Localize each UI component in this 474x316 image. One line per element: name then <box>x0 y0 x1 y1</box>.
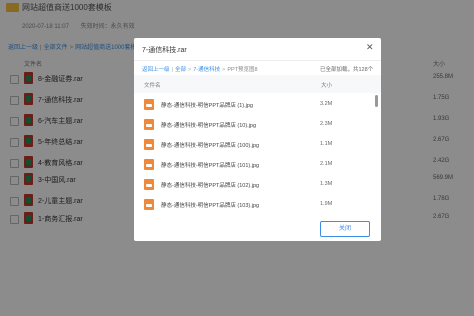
dialog-column-name: 文件名 <box>144 83 161 89</box>
dialog-current-folder: PPT预览图8 <box>227 67 258 73</box>
dialog-file-row[interactable]: 静态-通信科技-明信PPT品牌店 (100).jpg 1.1M <box>134 135 374 154</box>
dialog-file-size: 1.1M <box>320 141 333 147</box>
dialog-file-name[interactable]: 静态-通信科技-明信PPT品牌店 (100).jpg <box>161 141 259 149</box>
dialog-back-link[interactable]: 返回上一级 <box>142 67 170 73</box>
dialog-column-size: 大小 <box>321 83 333 89</box>
dialog-file-name[interactable]: 静态-通信科技-明信PPT品牌店 (101).jpg <box>161 161 259 169</box>
dialog-file-size: 1.9M <box>320 201 333 207</box>
image-file-icon <box>144 179 154 190</box>
dialog-file-row[interactable]: 静态-通信科技-明信PPT品牌店 (101).jpg 2.1M <box>134 155 374 174</box>
dialog-file-size: 3.2M <box>320 101 333 107</box>
dialog-scrollbar[interactable] <box>375 95 378 107</box>
dialog-title: 7-通信科技.rar <box>142 47 187 54</box>
dialog-file-name[interactable]: 静态-通信科技-明信PPT品牌店 (1).jpg <box>161 101 253 109</box>
dialog-file-row[interactable]: 静态-通信科技-明信PPT品牌店 (103).jpg 1.9M <box>134 195 374 214</box>
archive-preview-dialog: 7-通信科技.rar ✕ 返回上一级 | 全部 >7-通信科技 > PPT预览图8 已全部… <box>134 38 381 241</box>
image-file-icon <box>144 119 154 130</box>
image-file-icon <box>144 159 154 170</box>
dialog-file-name[interactable]: 静态-通信科技-明信PPT品牌店 (10).jpg <box>161 121 256 129</box>
dialog-file-size: 2.3M <box>320 121 333 127</box>
close-icon[interactable]: ✕ <box>366 43 374 52</box>
dialog-file-row[interactable]: 静态-通信科技-明信PPT品牌店 (10).jpg 2.3M <box>134 115 374 134</box>
dialog-all-link[interactable]: 全部 <box>175 67 186 73</box>
dialog-table-header: 文件名 大小 <box>134 75 381 93</box>
image-file-icon <box>144 99 154 110</box>
dialog-file-row[interactable]: 静态-通信科技-明信PPT品牌店 (1).jpg 3.2M <box>134 95 374 114</box>
load-status: 已全部加载，共128个 <box>320 67 374 73</box>
image-file-icon <box>144 139 154 150</box>
dialog-divider <box>134 60 381 61</box>
dialog-file-size: 1.3M <box>320 181 333 187</box>
dialog-file-size: 2.1M <box>320 161 333 167</box>
dialog-file-name[interactable]: 静态-通信科技-明信PPT品牌店 (102).jpg <box>161 181 259 189</box>
image-file-icon <box>144 199 154 210</box>
dialog-breadcrumb: 返回上一级 | 全部 >7-通信科技 > PPT预览图8 <box>142 67 258 73</box>
dialog-file-name[interactable]: 静态-通信科技-明信PPT品牌店 (103).jpg <box>161 201 259 209</box>
close-button[interactable]: 关闭 <box>320 221 370 237</box>
dialog-folder-link[interactable]: 7-通信科技 <box>193 67 220 73</box>
dialog-file-row[interactable]: 静态-通信科技-明信PPT品牌店 (102).jpg 1.3M <box>134 175 374 194</box>
